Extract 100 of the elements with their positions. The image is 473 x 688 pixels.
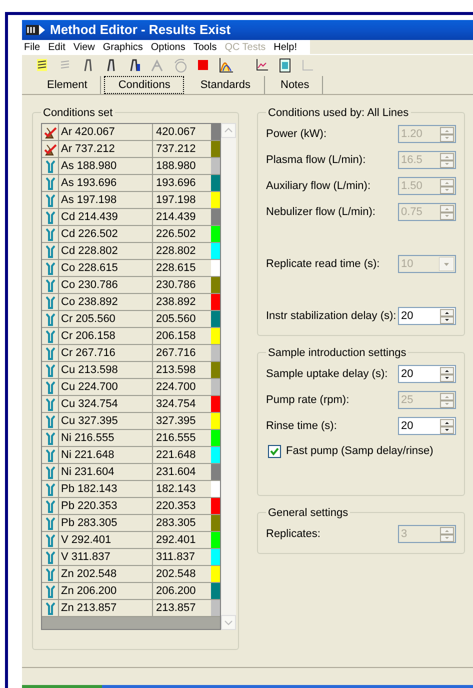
table-cell-text: 230.786	[155, 278, 197, 293]
table-row[interactable]: Co 230.786 230.786	[42, 277, 220, 294]
table-cell-text: 206.158	[155, 329, 197, 344]
tube-icon	[46, 602, 54, 614]
table-row[interactable]: Ar 420.067 420.067	[42, 124, 220, 141]
field-label: Instr stabilization delay (s):	[266, 308, 396, 324]
peak-chart-icon[interactable]	[218, 56, 234, 72]
field-value: 0.75	[400, 204, 424, 220]
table-cell: Ni 231.604	[59, 464, 153, 480]
tube-icon	[46, 312, 54, 326]
table-row[interactable]: Cd 214.439 214.439	[42, 209, 220, 226]
table-cell-text: 224.700	[155, 380, 197, 395]
menu-item[interactable]: Help!	[274, 40, 297, 54]
table-cell-text: 221.648	[155, 448, 197, 463]
spin-field[interactable]: 20	[398, 417, 456, 435]
tab[interactable]: Standards	[187, 76, 264, 94]
timer-icon[interactable]	[172, 56, 188, 72]
field-value: 3	[400, 526, 408, 542]
field-value: 1.50	[400, 178, 424, 194]
table-row[interactable]: Cu 224.700 224.700	[42, 379, 220, 396]
table-row[interactable]: V 311.837 311.837	[42, 549, 220, 566]
check-flask-icon	[44, 142, 56, 156]
menu-item[interactable]: View	[73, 40, 95, 54]
scroll-up-icon[interactable]	[221, 123, 236, 138]
tab[interactable]: Element	[34, 76, 102, 94]
line-chart-icon[interactable]	[254, 56, 270, 72]
table-cell: Cr 205.560	[59, 311, 153, 327]
table-row[interactable]: V 292.401 292.401	[42, 532, 220, 549]
table-row[interactable]: Pb 283.305 283.305	[42, 515, 220, 532]
table-cell-text: 226.502	[155, 227, 197, 242]
tube-icon	[46, 262, 54, 274]
tube-icon	[46, 380, 54, 394]
table-row[interactable]: Co 228.615 228.615	[42, 260, 220, 277]
table-row[interactable]: Ni 221.648 221.648	[42, 447, 220, 464]
check-flask-icon	[44, 126, 56, 138]
table-row[interactable]: Cu 324.754 324.754	[42, 396, 220, 413]
table-row[interactable]: Cu 213.598 213.598	[42, 362, 220, 379]
table-row[interactable]: As 197.198 197.198	[42, 192, 220, 209]
tube-icon	[46, 550, 54, 564]
table-row[interactable]: Cr 205.560 205.560	[42, 311, 220, 328]
field-value: 20	[400, 366, 414, 382]
table-row[interactable]: Cr 267.716 267.716	[42, 345, 220, 362]
tube-icon	[46, 346, 54, 360]
table-cell-text: 216.555	[155, 431, 197, 446]
notepad-icon[interactable]	[277, 56, 293, 72]
tube-icon	[46, 482, 54, 496]
table-row[interactable]: As 188.980 188.980	[42, 158, 220, 175]
table-row[interactable]: Ar 737.212 737.212	[42, 141, 220, 158]
checkbox-label: Fast pump (Samp delay/rinse)	[286, 444, 434, 459]
tab[interactable]: Conditions	[104, 76, 184, 94]
field-label: Nebulizer flow (L/min):	[266, 204, 376, 220]
field-value: 25	[400, 392, 414, 408]
menu-item[interactable]: Edit	[48, 40, 66, 54]
table-cell: Ar 737.212	[59, 141, 153, 157]
checkbox[interactable]	[268, 444, 281, 458]
table-row[interactable]: Ni 231.604 231.604	[42, 464, 220, 481]
table-row[interactable]: Zn 206.200 206.200	[42, 583, 220, 600]
spin-field[interactable]: 20	[398, 365, 456, 383]
scroll-down-icon[interactable]	[221, 615, 236, 630]
table-row[interactable]: Zn 202.548 202.548	[42, 566, 220, 583]
table-cell: Cu 224.700	[59, 379, 153, 395]
table-row[interactable]: Co 238.892 238.892	[42, 294, 220, 311]
tube-icon	[46, 432, 54, 444]
table-cell-text: 193.696	[155, 176, 197, 191]
table-cell: Cr 206.158	[59, 328, 153, 344]
table-cell-text: 205.560	[155, 312, 197, 327]
table-row[interactable]: Pb 220.353 220.353	[42, 498, 220, 515]
table-cell-text: 213.598	[155, 363, 197, 378]
spin-arrows-icon[interactable]	[440, 418, 454, 434]
stack-icon[interactable]	[34, 56, 50, 72]
field-value: 10	[400, 256, 414, 272]
table-row[interactable]: Ni 216.555 216.555	[42, 430, 220, 447]
table-row[interactable]: Cu 327.395 327.395	[42, 413, 220, 430]
tab[interactable]: Notes	[268, 76, 324, 94]
table-cell: Pb 220.353	[59, 498, 153, 514]
menu-item[interactable]: File	[24, 40, 40, 54]
tube-icon	[46, 176, 54, 190]
table-cell: Cd 214.439	[59, 209, 153, 225]
tube-icon	[46, 296, 54, 308]
table-row[interactable]: Pb 182.143 182.143	[42, 481, 220, 498]
spin-arrows-icon[interactable]	[440, 308, 454, 324]
table-cell: Ni 216.555	[59, 430, 153, 446]
table-cell: As 188.980	[59, 158, 153, 174]
table-row[interactable]: As 193.696 193.696	[42, 175, 220, 192]
app-logo-icon	[26, 24, 46, 36]
table-row[interactable]: Cd 226.502 226.502	[42, 226, 220, 243]
menu-item[interactable]: Options	[150, 40, 186, 54]
table-row[interactable]: Cr 206.158 206.158	[42, 328, 220, 345]
table-row[interactable]: Cd 228.802 228.802	[42, 243, 220, 260]
table-cell: Cu 213.598	[59, 362, 153, 378]
menu-item[interactable]: Tools	[193, 40, 217, 54]
group-title: General settings	[266, 505, 350, 522]
table-cell-text: 292.401	[155, 533, 197, 548]
table-cell: V 311.837	[59, 549, 153, 565]
field-value: 1.20	[400, 126, 424, 142]
menu-item[interactable]: Graphics	[102, 40, 143, 54]
spin-arrows-icon[interactable]	[440, 366, 454, 382]
field-label: Sample uptake delay (s):	[266, 366, 388, 382]
spin-field[interactable]: 20	[398, 307, 456, 325]
tube-icon	[46, 534, 54, 546]
